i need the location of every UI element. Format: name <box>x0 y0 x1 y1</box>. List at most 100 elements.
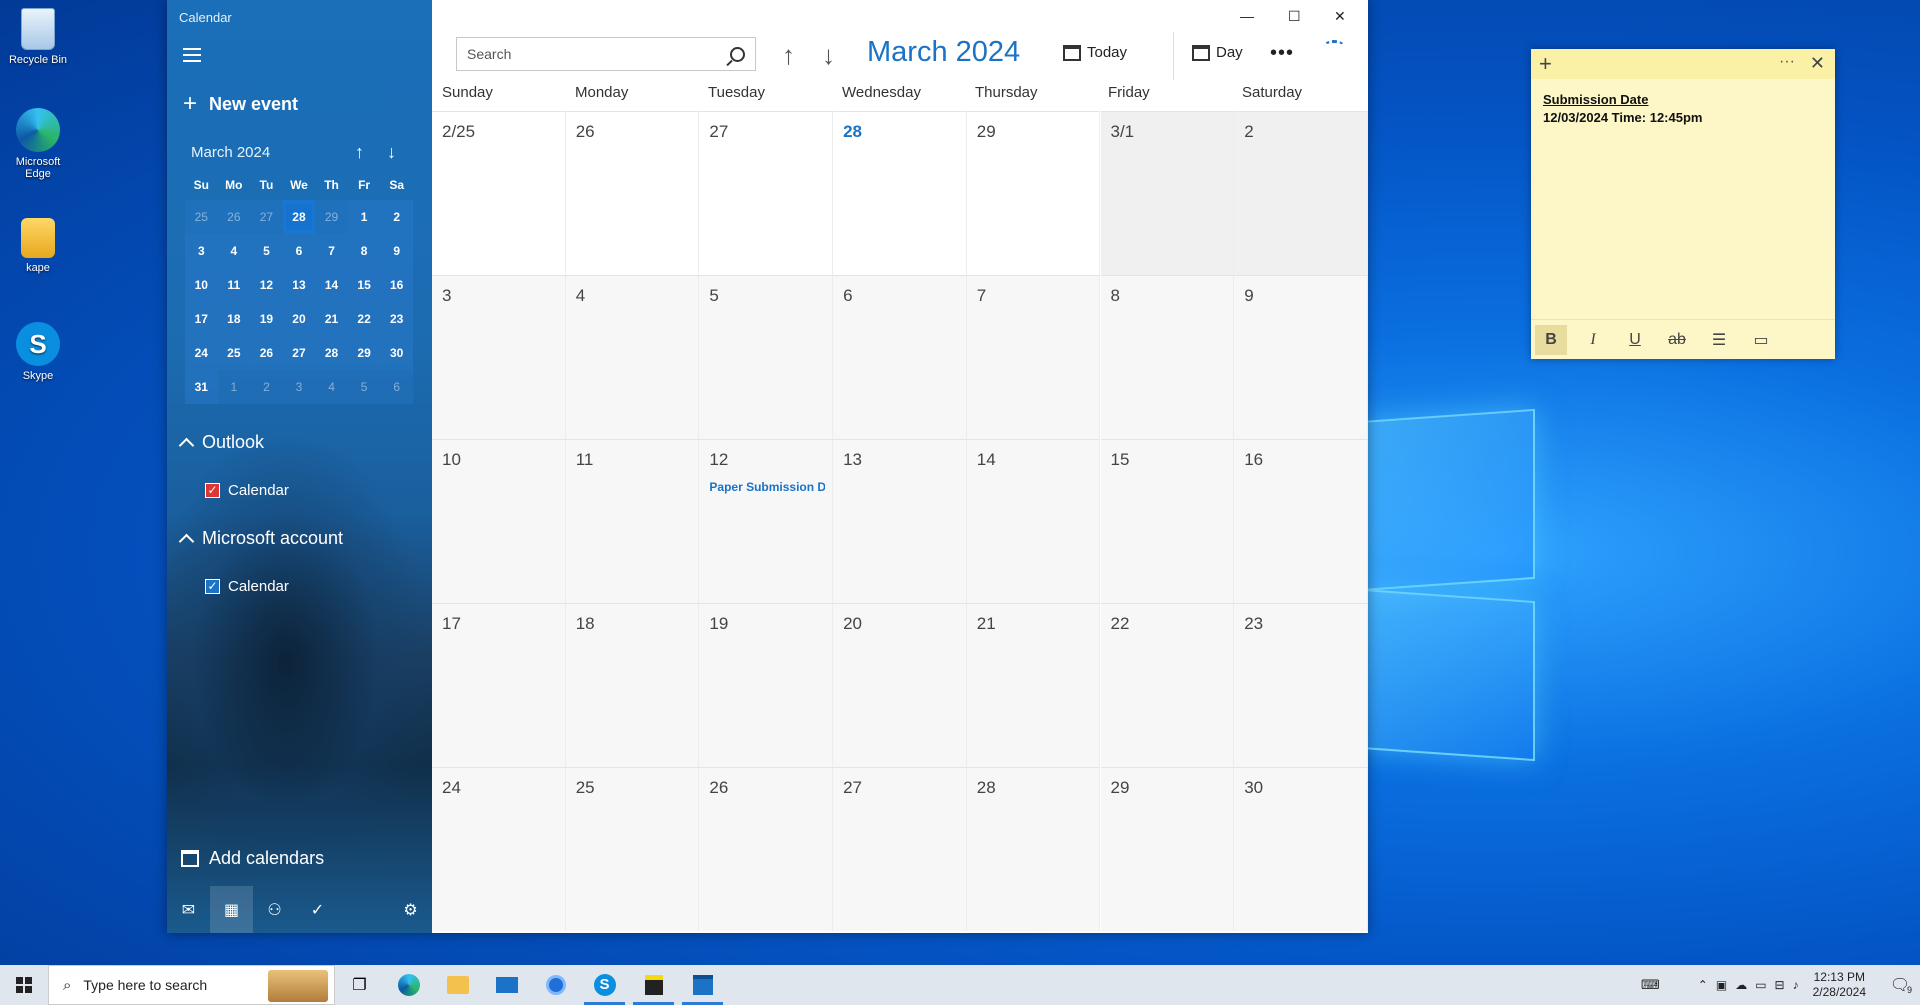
day-cell[interactable]: 12 Paper Submission D <box>699 439 834 603</box>
view-day-button[interactable]: Day <box>1192 44 1243 61</box>
calendar-taskbar-icon[interactable] <box>678 965 727 1005</box>
network-icon[interactable]: ⊟ <box>1775 978 1785 992</box>
minimize-icon[interactable]: — <box>1240 8 1254 24</box>
mini-day[interactable]: 14 <box>315 268 348 302</box>
mini-day[interactable]: 6 <box>282 234 316 268</box>
mini-day[interactable]: 13 <box>282 268 316 302</box>
volume-icon[interactable]: ♪ <box>1793 978 1799 992</box>
maximize-icon[interactable]: ☐ <box>1288 8 1301 25</box>
mini-day[interactable]: 17 <box>185 302 218 336</box>
group-outlook[interactable]: Outlook <box>178 432 264 454</box>
task-view-icon[interactable]: ❐ <box>335 965 384 1005</box>
calendar-event[interactable]: Paper Submission D <box>709 480 825 494</box>
day-cell[interactable]: 26 <box>699 767 834 931</box>
day-cell[interactable]: 30 <box>1234 767 1368 931</box>
desktop-icon-recycle-bin[interactable]: Recycle Bin <box>4 8 72 66</box>
mini-day[interactable]: 27 <box>250 200 283 234</box>
chevron-up-icon[interactable]: ⌃ <box>1698 978 1708 992</box>
mini-day[interactable]: 11 <box>217 268 251 302</box>
mini-day[interactable]: 21 <box>315 302 348 336</box>
day-cell[interactable]: 14 <box>966 439 1101 603</box>
day-cell[interactable]: 15 <box>1100 439 1235 603</box>
mini-day[interactable]: 6 <box>380 370 413 404</box>
mini-day[interactable]: 29 <box>347 336 381 370</box>
mini-calendar-month[interactable]: March 2024 <box>191 144 270 161</box>
day-cell[interactable]: 24 <box>432 767 566 931</box>
mini-day[interactable]: 3 <box>185 234 218 268</box>
day-cell[interactable]: 8 <box>1100 275 1235 439</box>
image-icon[interactable]: ▭ <box>1745 325 1777 355</box>
bullet-list-icon[interactable]: ☰ <box>1703 325 1735 355</box>
more-options-icon[interactable]: ··· <box>1779 53 1795 71</box>
mini-day[interactable]: 28 <box>315 336 348 370</box>
mini-day[interactable]: 27 <box>282 336 316 370</box>
day-cell[interactable]: 28 <box>966 767 1101 931</box>
day-cell[interactable]: 16 <box>1234 439 1368 603</box>
month-title[interactable]: March 2024 <box>867 36 1020 69</box>
day-cell[interactable]: 11 <box>565 439 700 603</box>
day-cell[interactable]: 2 <box>1234 111 1368 275</box>
mini-day[interactable]: 5 <box>347 370 381 404</box>
mini-day[interactable]: 4 <box>217 234 251 268</box>
mini-day[interactable]: 25 <box>185 200 218 234</box>
mini-day[interactable]: 4 <box>315 370 348 404</box>
bold-button[interactable]: B <box>1535 324 1567 355</box>
todo-icon[interactable]: ✓ <box>296 886 339 933</box>
day-cell[interactable]: 19 <box>699 603 834 767</box>
search-icon[interactable] <box>730 46 745 62</box>
close-icon[interactable]: ✕ <box>1334 8 1346 25</box>
mini-day[interactable]: 1 <box>217 370 251 404</box>
mini-day[interactable]: 12 <box>250 268 283 302</box>
day-cell[interactable]: 23 <box>1234 603 1368 767</box>
settings-gear-icon[interactable]: ⚙ <box>389 886 432 933</box>
desktop-icon-kape[interactable]: kape <box>4 218 72 274</box>
mini-day[interactable]: 18 <box>217 302 251 336</box>
more-options-icon[interactable]: ••• <box>1270 42 1294 65</box>
sticky-note[interactable]: + ··· ✕ Submission Date 12/03/2024 Time:… <box>1531 49 1835 359</box>
day-cell[interactable]: 13 <box>833 439 967 603</box>
sticky-titlebar[interactable]: + ··· ✕ <box>1531 49 1835 79</box>
mini-day-selected[interactable]: 28 <box>282 200 316 234</box>
day-cell[interactable]: 29 <box>1100 767 1235 931</box>
sync-icon[interactable] <box>1324 40 1344 52</box>
file-explorer-icon[interactable] <box>433 965 482 1005</box>
calendar-microsoft-toggle[interactable]: ✓ Calendar <box>205 578 289 595</box>
mini-day[interactable]: 24 <box>185 336 218 370</box>
start-button[interactable] <box>0 965 48 1005</box>
italic-button[interactable]: I <box>1577 325 1609 355</box>
mini-day[interactable]: 10 <box>185 268 218 302</box>
day-cell[interactable]: 21 <box>966 603 1101 767</box>
mini-day[interactable]: 20 <box>282 302 316 336</box>
mini-day[interactable]: 16 <box>380 268 413 302</box>
mini-day[interactable]: 31 <box>185 370 218 404</box>
mini-day[interactable]: 2 <box>250 370 283 404</box>
add-note-icon[interactable]: + <box>1539 51 1552 77</box>
mini-day[interactable]: 30 <box>380 336 413 370</box>
day-cell[interactable]: 29 <box>966 111 1101 275</box>
mini-day[interactable]: 15 <box>347 268 381 302</box>
clock[interactable]: 12:13 PM 2/28/2024 <box>1813 970 1866 1000</box>
day-cell[interactable]: 4 <box>565 275 700 439</box>
taskbar-search-input[interactable]: ⌕ Type here to search <box>48 965 335 1005</box>
new-event-button[interactable]: + New event <box>183 92 298 116</box>
edge-taskbar-icon[interactable] <box>384 965 433 1005</box>
skype-taskbar-icon[interactable]: S <box>580 965 629 1005</box>
group-microsoft-account[interactable]: Microsoft account <box>178 528 343 550</box>
day-cell[interactable]: 5 <box>699 275 834 439</box>
close-icon[interactable]: ✕ <box>1810 53 1825 74</box>
desktop-icon-edge[interactable]: Microsoft Edge <box>4 108 72 180</box>
previous-month-arrow-icon[interactable]: ↑ <box>782 40 795 71</box>
day-cell[interactable]: 3/1 <box>1100 111 1235 275</box>
browser-taskbar-icon[interactable] <box>531 965 580 1005</box>
day-cell[interactable]: 18 <box>565 603 700 767</box>
notification-center-icon[interactable]: 🗨 9 <box>1880 975 1920 995</box>
battery-icon[interactable]: ▭ <box>1755 978 1766 992</box>
search-input[interactable]: Search <box>456 37 756 71</box>
day-cell[interactable]: 22 <box>1100 603 1235 767</box>
mini-day[interactable]: 7 <box>315 234 348 268</box>
people-icon[interactable]: ⚇ <box>253 886 296 933</box>
meet-icon[interactable]: ▣ <box>1716 978 1727 992</box>
mini-day[interactable]: 1 <box>347 200 381 234</box>
menu-icon[interactable] <box>183 48 201 62</box>
mini-day[interactable]: 2 <box>380 200 413 234</box>
